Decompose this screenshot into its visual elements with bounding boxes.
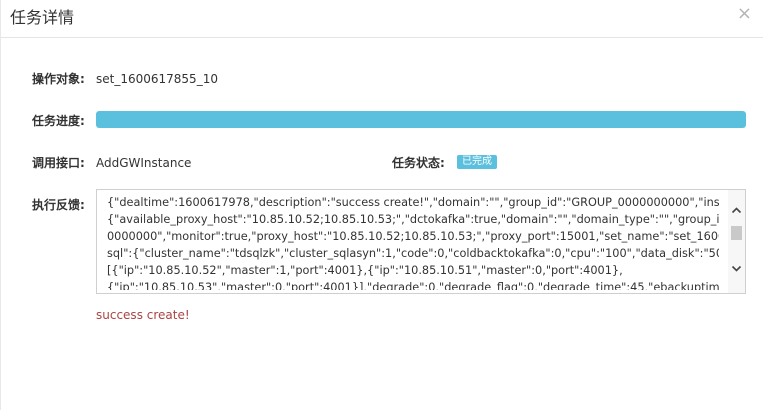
task-details-dialog: 任务详情 × 操作对象: set_1600617855_10 任务进度: 调用接… [0,0,763,410]
target-label: 操作对象: [32,72,85,86]
feedback-line: sql":{"cluster_name":"tdsqlzk","cluster_… [107,247,719,260]
feedback-scrollbar[interactable] [728,190,745,293]
feedback-line: {"available_proxy_host":"10.85.10.52;10.… [107,213,719,226]
chevron-down-icon[interactable] [728,262,745,279]
chevron-up-icon[interactable] [728,204,745,221]
feedback-textarea[interactable]: {"dealtime":1600617978,"description":"su… [96,189,746,294]
feedback-label: 执行反馈: [32,198,85,212]
feedback-line: {"ip":"10.85.10.53","master":0,"port":40… [107,281,719,290]
api-label: 调用接口: [32,156,85,170]
scrollbar-thumb[interactable] [731,226,742,240]
close-icon[interactable]: × [737,4,752,24]
status-label: 任务状态: [392,156,445,170]
dialog-header: 任务详情 × [1,0,763,38]
result-message: success create! [96,308,190,322]
target-value: set_1600617855_10 [96,72,218,86]
feedback-line: [{"ip":"10.85.10.52","master":1,"port":4… [107,264,623,277]
status-badge: 已完成 [457,155,497,169]
feedback-line: 0000000","monitor":true,"proxy_host":"10… [107,230,719,243]
api-value: AddGWInstance [96,156,192,170]
feedback-line: {"dealtime":1600617978,"description":"su… [107,196,719,209]
feedback-content[interactable]: {"dealtime":1600617978,"description":"su… [107,194,719,290]
progress-bar-fill [96,111,746,128]
progress-label: 任务进度: [32,114,85,128]
dialog-title: 任务详情 [10,8,75,27]
progress-bar [96,111,746,128]
